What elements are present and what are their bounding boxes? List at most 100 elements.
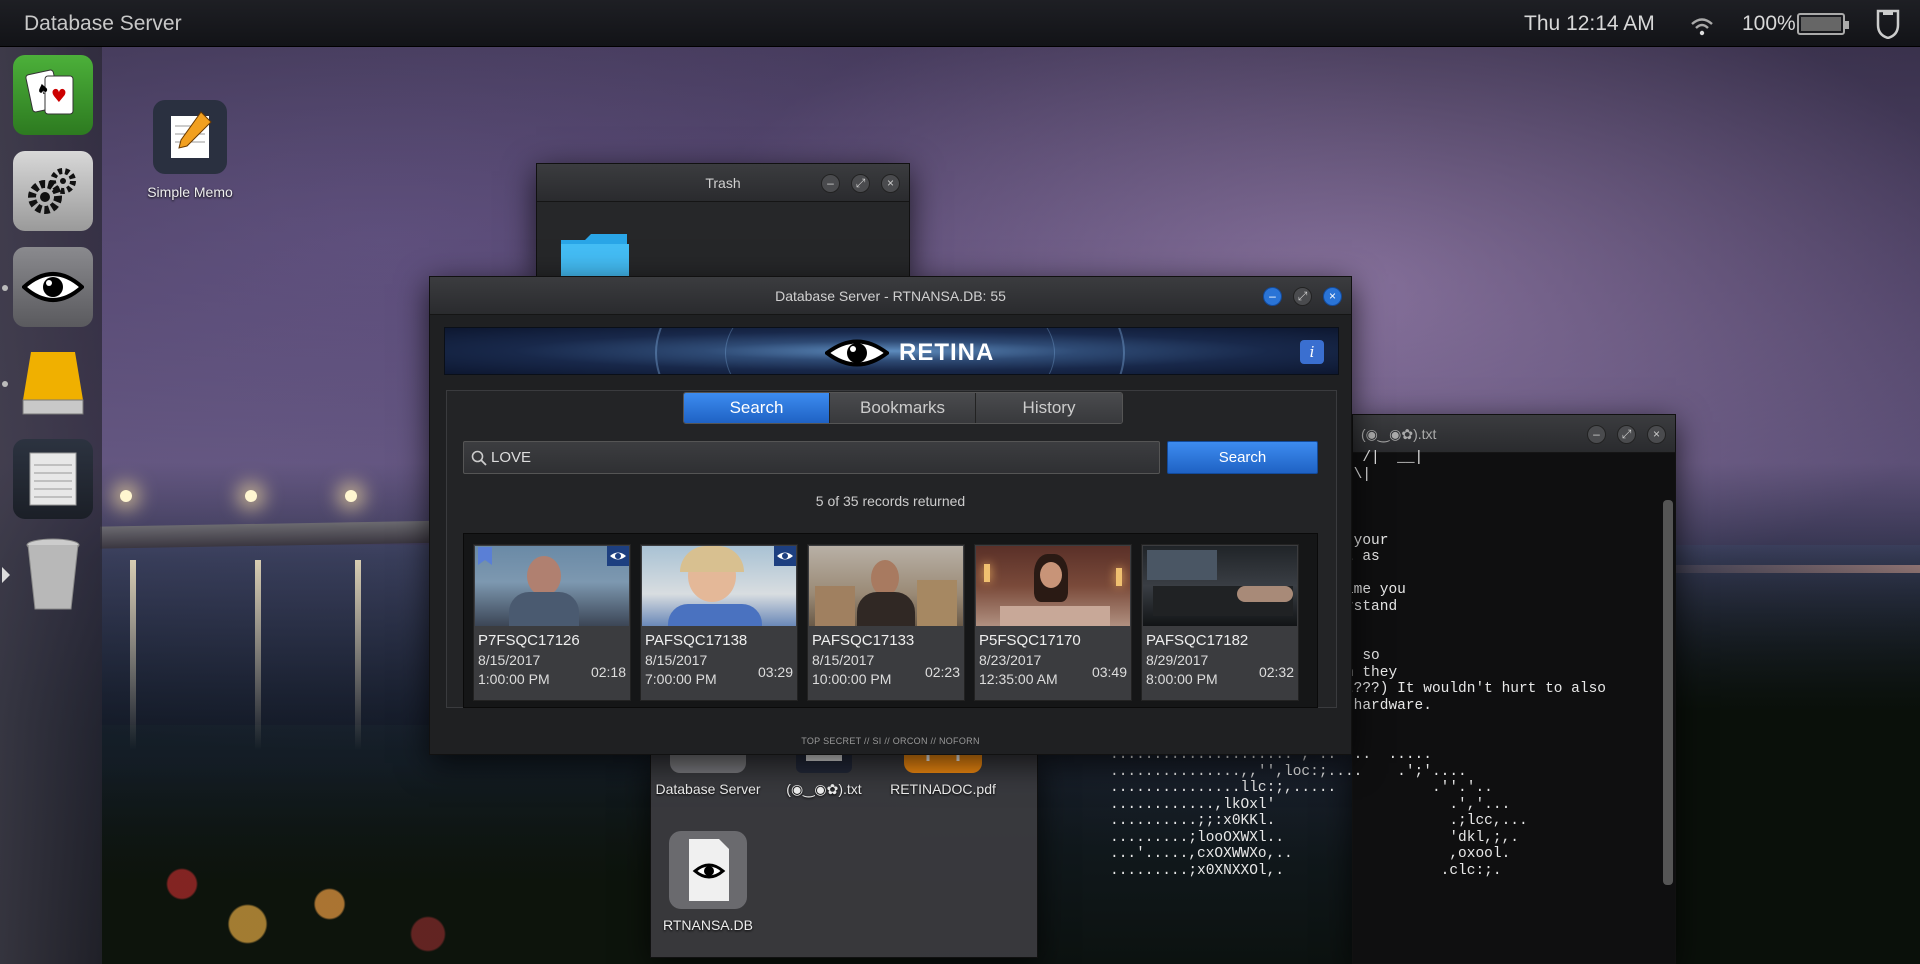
close-button[interactable]: × xyxy=(881,174,900,193)
result-card[interactable]: PAFSQC17138 8/15/2017 7:00:00 PM 03:29 xyxy=(640,544,798,701)
result-card[interactable]: PAFSQC17133 8/15/2017 10:00:00 PM 02:23 xyxy=(807,544,965,701)
trash-titlebar[interactable]: Trash – ⤢ × xyxy=(537,164,909,202)
video-thumbnail xyxy=(1143,546,1297,626)
video-thumbnail xyxy=(475,546,629,626)
viewed-eye-icon xyxy=(774,546,796,566)
record-date: 8/29/2017 xyxy=(1146,652,1209,668)
battery-icon[interactable] xyxy=(1797,13,1849,35)
battery-percentage: 100% xyxy=(1742,12,1796,35)
text-line: ...............llc:;,..... .''.'.. xyxy=(1110,780,1493,796)
light-reflection xyxy=(255,560,261,750)
search-field[interactable] xyxy=(463,441,1160,474)
eye-icon xyxy=(825,339,889,367)
file-browser-window: Database Server (◉‿◉✿).txt RETINADOC.pdf… xyxy=(650,725,1038,958)
maximize-button[interactable]: ⤢ xyxy=(1617,425,1636,444)
classification-marking: TOP SECRET // SI // ORCON // NOFORN xyxy=(801,736,980,746)
database-server-app-icon[interactable] xyxy=(13,247,93,327)
record-id: PAFSQC17133 xyxy=(812,632,915,649)
record-duration: 03:49 xyxy=(1091,664,1127,680)
record-duration: 03:29 xyxy=(757,664,793,680)
record-duration: 02:32 xyxy=(1258,664,1294,680)
active-app-title: Database Server xyxy=(24,12,182,35)
retina-banner: RETINA i xyxy=(444,327,1339,375)
db-titlebar[interactable]: Database Server - RTNANSA.DB: 55 – ⤢ × xyxy=(430,277,1351,315)
trees-foreground xyxy=(1660,544,1920,964)
retina-logo-text: RETINA xyxy=(899,339,995,366)
cards-icon: ♥ ♠ xyxy=(25,69,74,115)
trash-window: Trash – ⤢ × xyxy=(536,163,910,278)
records-count: 5 of 35 records returned xyxy=(815,493,966,509)
record-time: 7:00:00 PM xyxy=(645,671,717,687)
minimize-button[interactable]: – xyxy=(1263,287,1282,306)
record-duration: 02:18 xyxy=(590,664,626,680)
results-strip: P7FSQC17126 8/15/2017 1:00:00 PM 02:18 P… xyxy=(463,533,1318,708)
file-item-label: RTNANSA.DB xyxy=(663,917,753,933)
trash-can-icon xyxy=(26,538,80,610)
svg-text:♥: ♥ xyxy=(51,86,67,107)
video-thumbnail xyxy=(642,546,796,626)
search-input[interactable] xyxy=(491,442,1141,473)
close-button[interactable]: × xyxy=(1647,425,1666,444)
running-indicator xyxy=(2,285,8,291)
tab-bookmarks[interactable]: Bookmarks xyxy=(830,393,976,423)
shield-icon[interactable] xyxy=(1875,9,1901,39)
gears-icon xyxy=(28,168,76,214)
desktop-icon-label: Simple Memo xyxy=(147,184,233,200)
result-card[interactable]: P5FSQC17170 8/23/2017 12:35:00 AM 03:49 xyxy=(974,544,1132,701)
top-bar: Database Server Thu 12:14 AM 100% xyxy=(0,0,1920,47)
dock: ♥ ♠ xyxy=(0,47,102,964)
info-button[interactable]: i xyxy=(1300,340,1324,364)
running-indicator xyxy=(2,381,8,387)
window-title: Database Server - RTNANSA.DB: 55 xyxy=(775,288,1006,304)
tab-history[interactable]: History xyxy=(976,393,1122,423)
record-id: P5FSQC17170 xyxy=(979,632,1081,649)
file-item-rtnansa-db[interactable]: RTNANSA.DB xyxy=(653,831,763,933)
light-reflection xyxy=(355,560,361,750)
text-editor-app-icon[interactable] xyxy=(13,439,93,519)
hard-drive-icon xyxy=(22,352,84,415)
text-line: ...............,,'',loc:;.... .';'.... xyxy=(1110,763,1467,780)
file-item-label: Database Server xyxy=(655,781,761,797)
trash-app-icon[interactable] xyxy=(13,535,93,615)
viewed-eye-icon xyxy=(607,546,629,566)
solitaire-app-icon[interactable]: ♥ ♠ xyxy=(13,55,93,135)
tab-search[interactable]: Search xyxy=(684,393,830,423)
search-button[interactable]: Search xyxy=(1167,441,1318,474)
search-icon xyxy=(471,450,487,466)
record-date: 8/23/2017 xyxy=(979,652,1042,668)
record-time: 1:00:00 PM xyxy=(478,671,550,687)
text-line: .........;x0XNXXOl,. .clc:;. xyxy=(1110,862,1502,879)
close-button[interactable]: × xyxy=(1323,287,1342,306)
drive-app-icon[interactable] xyxy=(13,343,93,423)
window-title: Trash xyxy=(705,175,741,191)
maximize-button[interactable]: ⤢ xyxy=(851,174,870,193)
memo-icon xyxy=(153,100,227,174)
record-time: 8:00:00 PM xyxy=(1146,671,1218,687)
record-time: 10:00:00 PM xyxy=(812,671,892,687)
maximize-button[interactable]: ⤢ xyxy=(1293,287,1312,306)
window-title: (◉‿◉✿).txt xyxy=(1361,426,1437,442)
settings-app-icon[interactable] xyxy=(13,151,93,231)
folder-icon[interactable] xyxy=(559,232,631,278)
text-viewer-titlebar[interactable]: (◉‿◉✿).txt – ⤢ × xyxy=(1353,415,1675,453)
record-duration: 02:23 xyxy=(924,664,960,680)
document-icon xyxy=(29,452,77,506)
result-card[interactable]: P7FSQC17126 8/15/2017 1:00:00 PM 02:18 xyxy=(473,544,631,701)
clock[interactable]: Thu 12:14 AM xyxy=(1524,12,1655,36)
result-card[interactable]: PAFSQC17182 8/29/2017 8:00:00 PM 02:32 xyxy=(1141,544,1299,701)
minimize-button[interactable]: – xyxy=(821,174,840,193)
video-thumbnail xyxy=(809,546,963,626)
wifi-icon[interactable] xyxy=(1690,14,1714,36)
file-item-label: (◉‿◉✿).txt xyxy=(786,781,862,797)
text-line: .........;looOXWXl.. 'dkl,;,. xyxy=(1110,829,1519,846)
eye-icon xyxy=(22,272,84,302)
scrollbar[interactable] xyxy=(1663,500,1673,885)
record-id: PAFSQC17138 xyxy=(645,632,748,649)
retina-logo: RETINA xyxy=(825,336,994,370)
database-server-window: Database Server - RTNANSA.DB: 55 – ⤢ × R… xyxy=(429,276,1352,755)
light-reflection xyxy=(130,560,136,750)
record-time: 12:35:00 AM xyxy=(979,671,1058,687)
file-item-label: RETINADOC.pdf xyxy=(890,781,996,797)
minimize-button[interactable]: – xyxy=(1587,425,1606,444)
desktop-icon-simple-memo[interactable]: Simple Memo xyxy=(138,98,242,200)
